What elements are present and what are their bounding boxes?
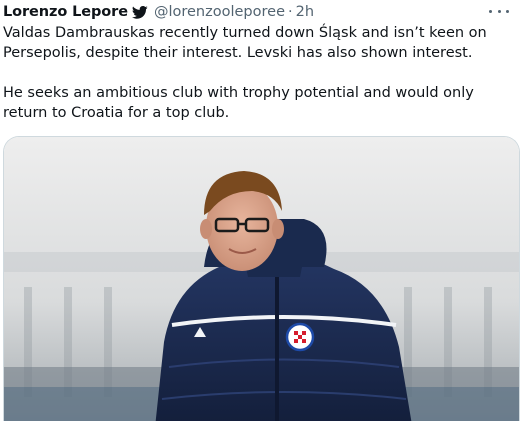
tweet-timestamp[interactable]: 2h [296, 4, 314, 20]
author-name[interactable]: Lorenzo Lepore [3, 4, 128, 20]
twitter-bird-icon [131, 4, 148, 20]
author-handle[interactable]: @lorenzooleporee [154, 4, 285, 20]
tweet-paragraph: Valdas Dambrauskas recently turned down … [3, 25, 487, 61]
separator-dot: · [288, 4, 293, 20]
photo-of-man-in-jacket [4, 137, 519, 421]
tweet-media-photo[interactable] [3, 136, 520, 421]
more-dot-icon [497, 9, 501, 13]
tweet-header: Lorenzo Lepore @lorenzooleporee · 2h [3, 2, 314, 22]
tweet-card: Lorenzo Lepore @lorenzooleporee · 2h Val… [0, 0, 523, 421]
tweet-text: Valdas Dambrauskas recently turned down … [3, 23, 518, 123]
tweet-paragraph: He seeks an ambitious club with trophy p… [3, 85, 474, 121]
club-badge-icon [285, 322, 315, 352]
more-dot-icon [506, 9, 509, 13]
more-options-icon[interactable] [489, 4, 509, 18]
more-dot-icon [489, 9, 492, 13]
